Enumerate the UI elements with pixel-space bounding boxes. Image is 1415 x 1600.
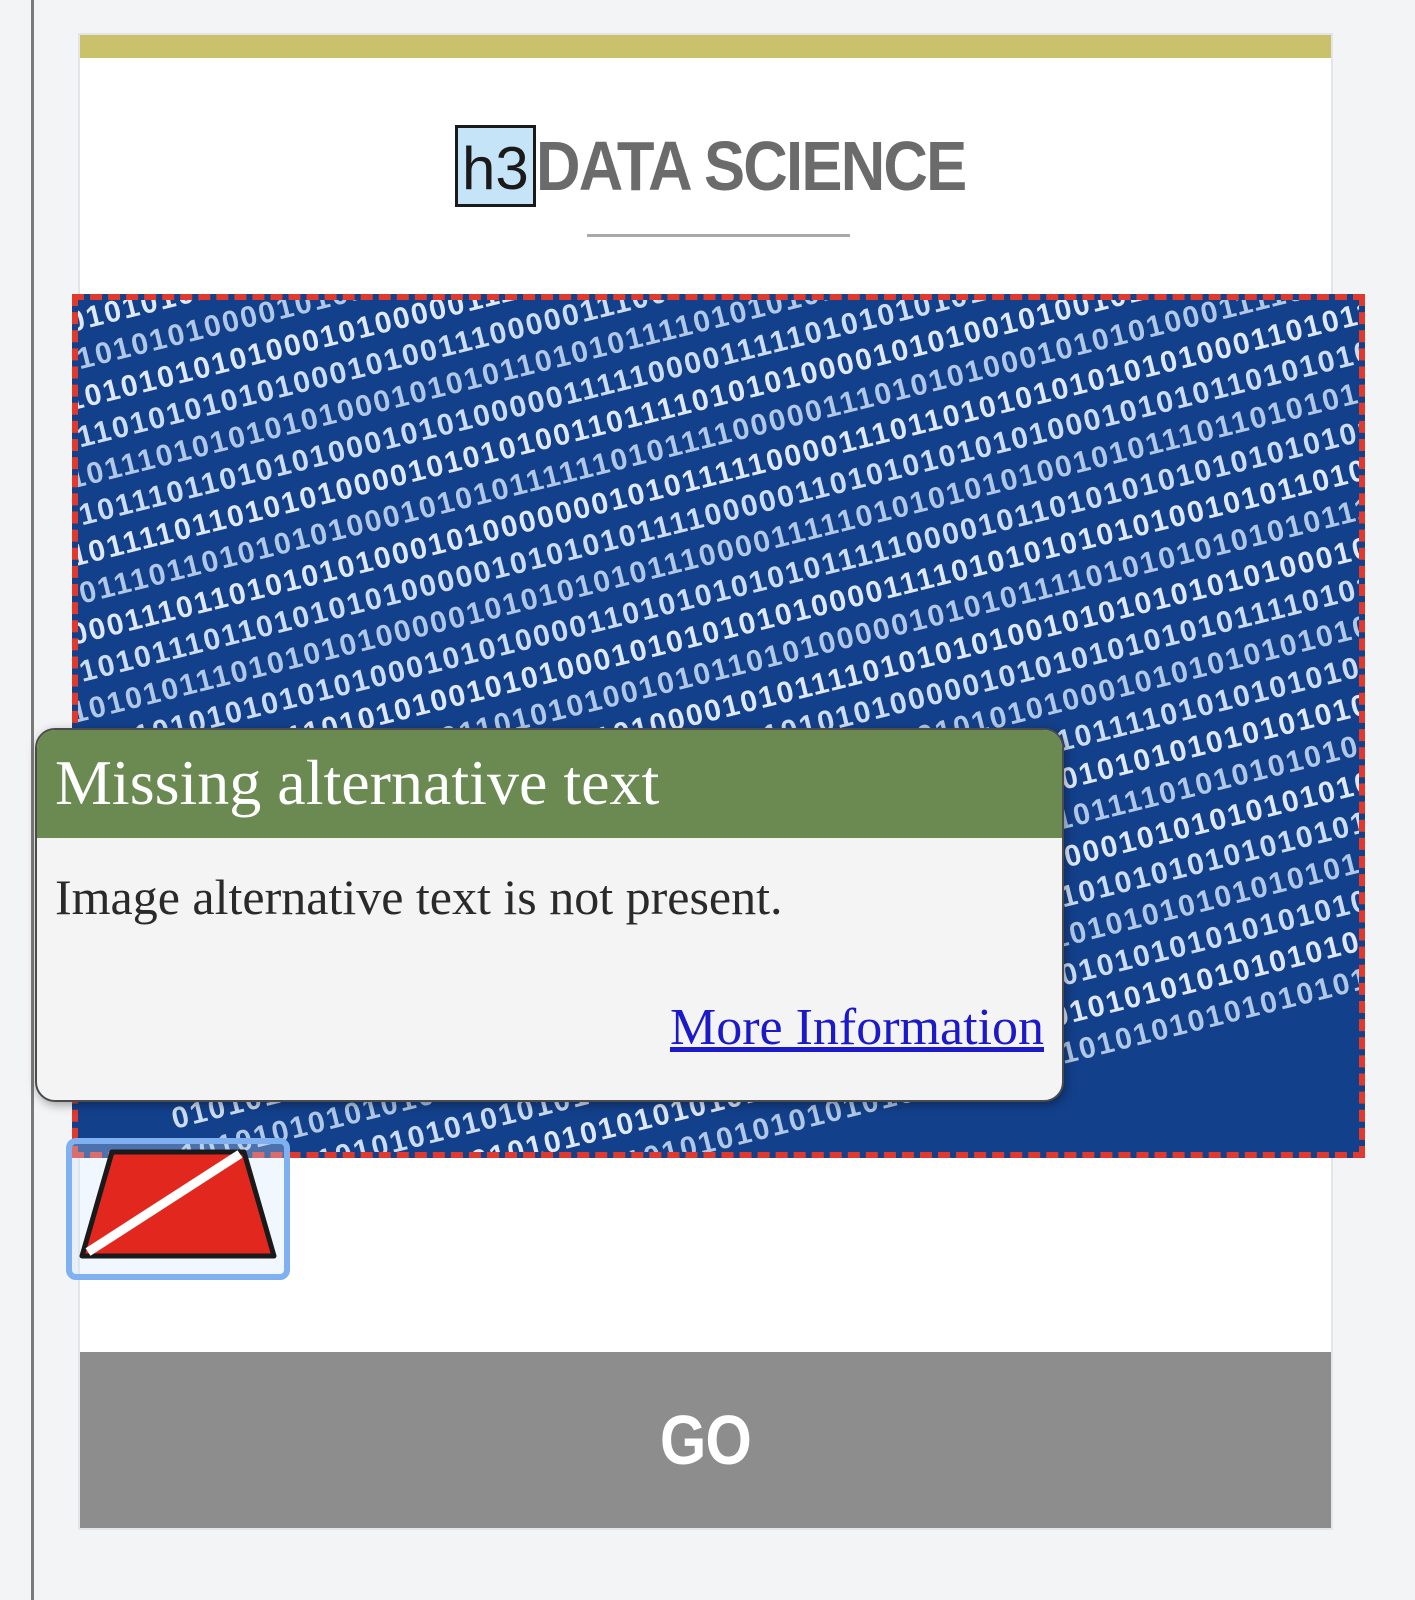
go-button-label: GO xyxy=(660,1401,752,1479)
tooltip-header: Missing alternative text xyxy=(37,730,1062,838)
missing-alt-text-tooltip: Missing alternative text Image alternati… xyxy=(35,728,1064,1102)
tooltip-message: Image alternative text is not present. xyxy=(55,869,783,925)
heading: h3 DATA SCIENCE xyxy=(455,118,1024,213)
card-accent-bar xyxy=(80,35,1331,58)
left-border-line xyxy=(31,0,34,1600)
tooltip-title: Missing alternative text xyxy=(55,747,660,818)
h3-tag-badge: h3 xyxy=(455,124,536,207)
more-information-link[interactable]: More Information xyxy=(670,998,1044,1057)
page-title: DATA SCIENCE xyxy=(535,126,967,205)
broken-image-indicator[interactable] xyxy=(66,1138,290,1280)
title-underline xyxy=(587,234,850,237)
broken-image-icon xyxy=(79,1149,277,1259)
go-button[interactable]: GO xyxy=(80,1352,1331,1528)
